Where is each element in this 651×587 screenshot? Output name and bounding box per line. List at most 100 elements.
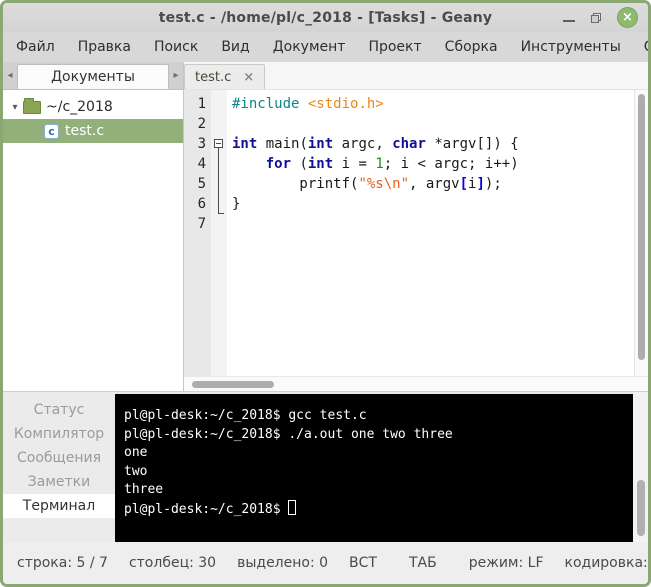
status-item-1: столбец: 30: [129, 555, 216, 571]
code-token: );: [485, 176, 502, 192]
code-line[interactable]: #include <stdio.h>: [232, 94, 634, 114]
terminal-cursor: [288, 500, 296, 515]
line-number: 4: [184, 154, 206, 174]
restore-icon[interactable]: [591, 13, 601, 23]
code-token: argc,: [333, 136, 392, 152]
code-token: char: [392, 136, 426, 152]
editor-column: test.c × 1234567 #include <stdio.h>int m…: [184, 62, 648, 391]
tree-row-folder[interactable]: ▾ ~/c_2018: [3, 95, 183, 119]
code-token: main(: [257, 136, 308, 152]
terminal-line: three: [124, 481, 633, 500]
code-line[interactable]: for (int i = 1; i < argc; i++): [232, 154, 634, 174]
code-line[interactable]: printf("%s\n", argv[i]);: [232, 174, 634, 194]
editor-tab-label: test.c: [195, 70, 231, 85]
menu-item-6[interactable]: Сборка: [445, 39, 498, 55]
bottom-tab-Терминал[interactable]: Терминал: [3, 494, 115, 518]
terminal-line: one: [124, 444, 633, 463]
code-token: 1: [375, 156, 383, 172]
bottom-tab-list: СтатусКомпиляторСообщенияЗаметкиТерминал: [3, 392, 115, 542]
minimize-icon[interactable]: [563, 20, 575, 22]
editor-vertical-scrollbar[interactable]: [634, 90, 648, 376]
expander-icon[interactable]: ▾: [7, 102, 23, 113]
code-token: i =: [333, 156, 375, 172]
code-token: [232, 156, 266, 172]
code-line[interactable]: int main(int argc, char *argv[]) {: [232, 134, 634, 154]
status-item-0: строка: 5 / 7: [17, 555, 108, 571]
titlebar[interactable]: test.c - /home/pl/c_2018 - [Tasks] - Gea…: [3, 3, 648, 32]
scrollbar-thumb[interactable]: [192, 381, 274, 388]
bottom-tab-Статус[interactable]: Статус: [3, 398, 115, 422]
menu-item-5[interactable]: Проект: [368, 39, 421, 55]
menu-item-7[interactable]: Инструменты: [521, 39, 621, 55]
code-line[interactable]: [232, 114, 634, 134]
line-number: 1: [184, 94, 206, 114]
code-token: , argv: [409, 176, 460, 192]
status-item-5: режим: LF: [469, 555, 544, 571]
line-number-gutter: 1234567: [184, 90, 211, 376]
code-token: ]: [476, 176, 484, 192]
file-label: test.c: [65, 123, 104, 139]
line-number: 7: [184, 214, 206, 234]
tab-close-icon[interactable]: ×: [243, 70, 254, 85]
bottom-tab-Заметки[interactable]: Заметки: [3, 470, 115, 494]
status-item-3: ВСТ: [349, 555, 377, 571]
editor-tab-strip: test.c ×: [184, 62, 648, 90]
code-line[interactable]: [232, 214, 634, 234]
menu-item-1[interactable]: Правка: [78, 39, 131, 55]
code-token: <stdio.h>: [308, 96, 384, 112]
statusbar: строка: 5 / 7столбец: 30выделено: 0ВСТТА…: [3, 542, 648, 584]
menu-item-2[interactable]: Поиск: [154, 39, 198, 55]
scrollbar-thumb[interactable]: [637, 480, 645, 536]
terminal-line: pl@pl-desk:~/c_2018$ gcc test.c: [124, 407, 633, 426]
editor-horizontal-scrollbar[interactable]: [184, 376, 648, 391]
close-icon[interactable]: ×: [617, 7, 638, 28]
bottom-tab-Сообщения[interactable]: Сообщения: [3, 446, 115, 470]
fold-margin: [211, 90, 227, 376]
folder-icon: [23, 101, 41, 114]
bottom-tab-Компилятор[interactable]: Компилятор: [3, 422, 115, 446]
code-token: int: [232, 136, 257, 152]
geany-window: test.c - /home/pl/c_2018 - [Tasks] - Gea…: [0, 0, 651, 587]
menubar: Файл Правка Поиск Вид Документ Проект Сборка Ин…: [3, 32, 648, 62]
window-title: test.c - /home/pl/c_2018 - [Tasks] - Gea…: [3, 10, 648, 26]
editor-tab-testc[interactable]: test.c ×: [184, 64, 265, 89]
code-token: (: [291, 156, 308, 172]
tree-row-file-selected[interactable]: c test.c: [3, 119, 183, 143]
sidebar-tab-strip: ◂ Документы ▸: [3, 62, 183, 90]
terminal-scrollbar[interactable]: [633, 392, 648, 542]
sidebar: ◂ Документы ▸ ▾ ~/c_2018 c test.c: [3, 62, 184, 391]
tab-scroll-left-icon[interactable]: ◂: [3, 62, 17, 89]
line-number: 2: [184, 114, 206, 134]
code-token: ; i < argc; i++): [384, 156, 519, 172]
terminal[interactable]: pl@pl-desk:~/c_2018$ gcc test.cpl@pl-des…: [115, 394, 633, 542]
code-area[interactable]: #include <stdio.h> int main(int argc, cha…: [227, 90, 634, 376]
code-token: int: [308, 156, 333, 172]
menu-item-4[interactable]: Документ: [273, 39, 346, 55]
fold-guide-tail: [218, 213, 224, 214]
fold-collapse-icon[interactable]: [214, 139, 223, 148]
line-number: 5: [184, 174, 206, 194]
code-line[interactable]: }: [232, 194, 634, 214]
status-item-6: кодировка: UTF...: [565, 555, 651, 571]
main-area: ◂ Документы ▸ ▾ ~/c_2018 c test.c test.: [3, 62, 648, 391]
line-number: 6: [184, 194, 206, 214]
scrollbar-thumb[interactable]: [638, 94, 645, 360]
code-token: [: [460, 176, 468, 192]
terminal-line: pl@pl-desk:~/c_2018$ ./a.out one two thr…: [124, 426, 633, 445]
code-token: *argv[]) {: [426, 136, 519, 152]
status-item-4: ТАБ: [409, 555, 437, 571]
folder-label: ~/c_2018: [46, 99, 113, 115]
menu-item-3[interactable]: Вид: [221, 39, 249, 55]
c-file-icon: c: [44, 124, 59, 139]
code-token: int: [308, 136, 333, 152]
bottom-panel: СтатусКомпиляторСообщенияЗаметкиТерминал…: [3, 391, 648, 542]
menu-item-8[interactable]: Справка: [644, 39, 651, 55]
documents-tree: ▾ ~/c_2018 c test.c: [3, 90, 183, 143]
tab-scroll-right-icon[interactable]: ▸: [169, 62, 183, 89]
code-token: #include: [232, 96, 299, 112]
line-number: 3: [184, 134, 206, 154]
terminal-line: two: [124, 463, 633, 482]
sidebar-tab-documents[interactable]: Документы: [17, 64, 169, 89]
editor-body: 1234567 #include <stdio.h>int main(int a…: [184, 90, 648, 376]
menu-item-0[interactable]: Файл: [16, 39, 55, 55]
